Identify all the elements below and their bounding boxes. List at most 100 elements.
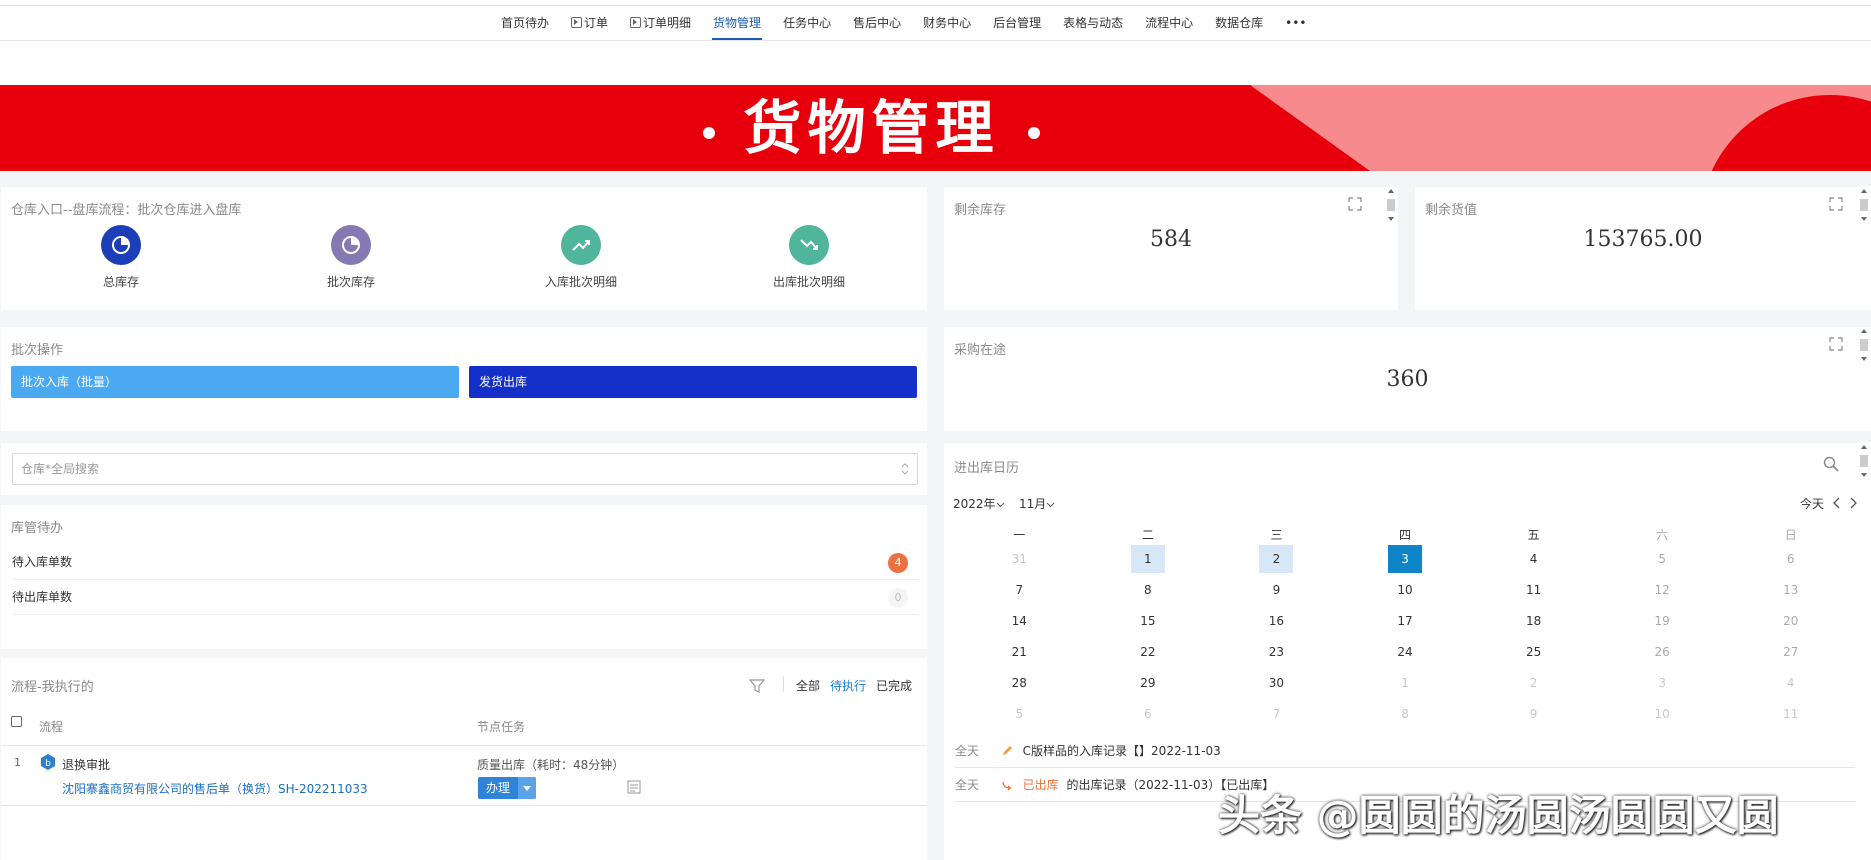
- todo-row-outbound[interactable]: 待出库单数 0: [12, 580, 918, 615]
- handle-button[interactable]: 办理: [478, 777, 536, 799]
- filter-all[interactable]: 全部: [796, 677, 820, 694]
- purchase-in-transit-panel: 采购在途 360: [944, 327, 1871, 431]
- select-all-checkbox[interactable]: [11, 716, 22, 727]
- nav-item[interactable]: 售后中心: [842, 8, 912, 40]
- nav-item[interactable]: •••: [1274, 8, 1317, 40]
- calendar-day[interactable]: 10: [1341, 575, 1470, 606]
- chevron-left-icon[interactable]: [1833, 497, 1841, 509]
- calendar-day[interactable]: 25: [1469, 637, 1598, 668]
- today-button[interactable]: 今天: [1800, 495, 1824, 512]
- calendar-day[interactable]: 21: [955, 637, 1084, 668]
- calendar-day[interactable]: 13: [1726, 575, 1855, 606]
- calendar-day[interactable]: 30: [1212, 668, 1341, 699]
- chevron-down-icon: [1046, 502, 1055, 508]
- calendar-day[interactable]: 3: [1341, 544, 1470, 575]
- nav-item[interactable]: 数据仓库: [1204, 8, 1274, 40]
- nav-item[interactable]: 后台管理: [982, 8, 1052, 40]
- weekday-label: 三: [1270, 528, 1283, 542]
- todo-count-badge: 0: [888, 588, 908, 608]
- calendar-day[interactable]: 15: [1084, 606, 1213, 637]
- month-selector[interactable]: 11月: [1019, 495, 1055, 512]
- calendar-day[interactable]: 6: [1726, 544, 1855, 575]
- calendar-day[interactable]: 7: [1212, 699, 1341, 730]
- calendar-day[interactable]: 11: [1469, 575, 1598, 606]
- todo-row-inbound[interactable]: 待入库单数 4: [12, 545, 918, 580]
- calendar-day[interactable]: 27: [1726, 637, 1855, 668]
- chevron-right-icon[interactable]: [1849, 497, 1857, 509]
- calendar-day[interactable]: 23: [1212, 637, 1341, 668]
- calendar-day[interactable]: 12: [1598, 575, 1727, 606]
- calendar-day-number: 7: [1015, 583, 1024, 597]
- calendar-day[interactable]: 10: [1598, 699, 1727, 730]
- filter-pending[interactable]: 待执行: [830, 677, 866, 694]
- expand-icon[interactable]: [1829, 337, 1843, 351]
- scrollbar[interactable]: [1859, 187, 1869, 223]
- calendar-day[interactable]: 5: [955, 699, 1084, 730]
- calendar-day[interactable]: 19: [1598, 606, 1727, 637]
- calendar-day[interactable]: 2: [1212, 544, 1341, 575]
- filter-done[interactable]: 已完成: [876, 677, 912, 694]
- calendar-day[interactable]: 8: [1084, 575, 1213, 606]
- calendar-event-row[interactable]: 全天 C版样品的入库记录【】2022-11-03: [955, 735, 1855, 768]
- expand-icon[interactable]: [1348, 197, 1362, 211]
- form-icon[interactable]: [627, 780, 641, 794]
- calendar-day[interactable]: 2: [1469, 668, 1598, 699]
- weekday-label: 日: [1784, 528, 1797, 542]
- nav-item[interactable]: 首页待办: [490, 8, 560, 40]
- calendar-day[interactable]: 22: [1084, 637, 1213, 668]
- nav-item[interactable]: 流程中心: [1134, 8, 1204, 40]
- calendar-day[interactable]: 7: [955, 575, 1084, 606]
- calendar-day-number: 10: [1654, 707, 1670, 721]
- purchase-in-transit-value: 360: [1386, 367, 1429, 392]
- process-link[interactable]: 沈阳寨鑫商贸有限公司的售后单（换货）SH-202211033: [62, 780, 368, 797]
- calendar-day[interactable]: 14: [955, 606, 1084, 637]
- nav-item[interactable]: 订单: [560, 8, 619, 40]
- scrollbar[interactable]: [1859, 327, 1869, 363]
- nav-item[interactable]: 任务中心: [772, 8, 842, 40]
- calendar-day[interactable]: 1: [1341, 668, 1470, 699]
- calendar-day[interactable]: 18: [1469, 606, 1598, 637]
- calendar-day[interactable]: 16: [1212, 606, 1341, 637]
- nav-item[interactable]: 订单明细: [619, 8, 702, 40]
- nav-items: 首页待办 订单 订单明细 货物管理 任务中心 售后中心 财务中心 后台管理 表格与动态 流程中心 数…: [490, 8, 1317, 40]
- calendar-day-number: 9: [1272, 583, 1281, 597]
- dropdown-toggle[interactable]: [518, 777, 536, 799]
- warehouse-entry-item[interactable]: 出库批次明细: [749, 225, 869, 290]
- search-icon[interactable]: [1823, 456, 1839, 472]
- calendar-day-number: 16: [1268, 614, 1285, 628]
- calendar-day[interactable]: 6: [1084, 699, 1213, 730]
- play-icon: [571, 17, 583, 28]
- nav-item[interactable]: 财务中心: [912, 8, 982, 40]
- calendar-day[interactable]: 9: [1469, 699, 1598, 730]
- batch-stock-in-button[interactable]: 批次入库（批量）: [11, 366, 459, 398]
- calendar-day[interactable]: 24: [1341, 637, 1470, 668]
- calendar-day[interactable]: 11: [1726, 699, 1855, 730]
- warehouse-entry-item[interactable]: 批次库存: [291, 225, 411, 290]
- warehouse-entry-item[interactable]: 入库批次明细: [521, 225, 641, 290]
- calendar-day[interactable]: 28: [955, 668, 1084, 699]
- calendar-day[interactable]: 17: [1341, 606, 1470, 637]
- calendar-day[interactable]: 20: [1726, 606, 1855, 637]
- calendar-day[interactable]: 26: [1598, 637, 1727, 668]
- calendar-day[interactable]: 1: [1084, 544, 1213, 575]
- calendar-day[interactable]: 4: [1726, 668, 1855, 699]
- calendar-day[interactable]: 3: [1598, 668, 1727, 699]
- year-selector[interactable]: 2022年: [953, 495, 1005, 512]
- expand-icon[interactable]: [1829, 197, 1843, 211]
- chevron-down-icon: [996, 502, 1004, 508]
- calendar-day[interactable]: 4: [1469, 544, 1598, 575]
- calendar-day-number: 10: [1397, 583, 1413, 597]
- warehouse-entry-item[interactable]: 总库存: [61, 225, 181, 290]
- global-search-input[interactable]: 仓库*全局搜索: [12, 453, 918, 485]
- calendar-day[interactable]: 31: [955, 544, 1084, 575]
- filter-icon[interactable]: [749, 678, 765, 694]
- nav-item[interactable]: 货物管理: [702, 8, 772, 40]
- nav-item[interactable]: 表格与动态: [1052, 8, 1134, 40]
- calendar-day[interactable]: 9: [1212, 575, 1341, 606]
- ship-out-button[interactable]: 发货出库: [469, 366, 917, 398]
- scrollbar[interactable]: [1859, 443, 1869, 479]
- calendar-day[interactable]: 29: [1084, 668, 1213, 699]
- scrollbar[interactable]: [1386, 187, 1396, 223]
- calendar-day[interactable]: 8: [1341, 699, 1470, 730]
- calendar-day[interactable]: 5: [1598, 544, 1727, 575]
